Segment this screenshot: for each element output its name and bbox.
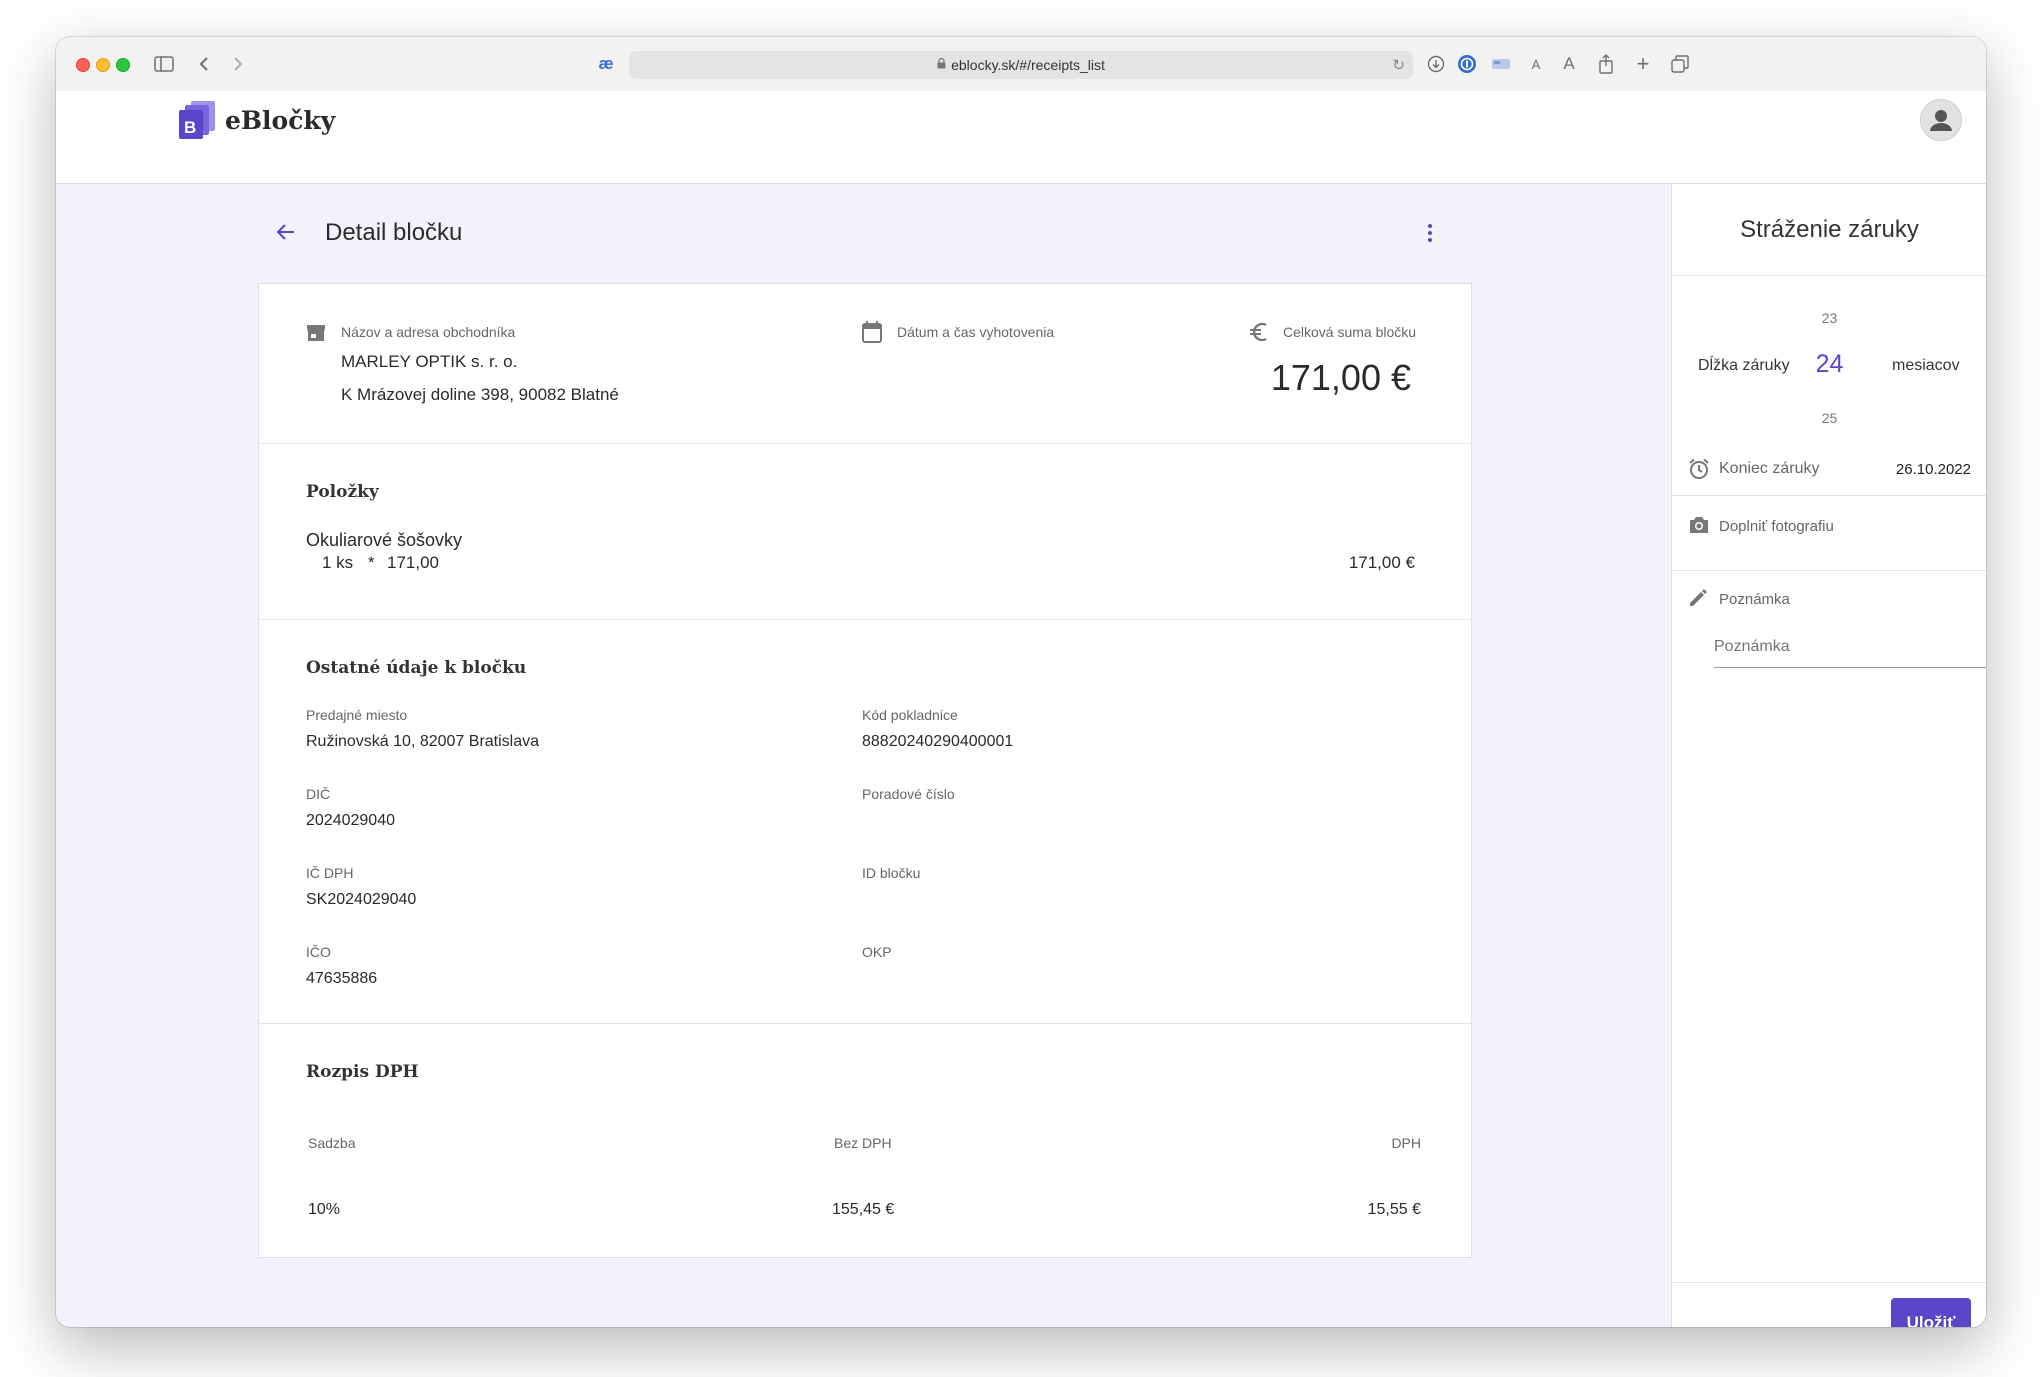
picker-next-value[interactable]: 25 [1672,410,1986,426]
pencil-icon [1688,588,1708,613]
warranty-panel: Stráženie záruky 23 Dĺžka záruky 24 mesi… [1671,184,1986,1327]
other-info-section: Ostatné údaje k bločku Predajné miesto R… [259,619,1471,1024]
tab-overview-icon[interactable] [1667,51,1693,77]
item-name: Okuliarové šošovky [306,530,463,550]
merchant-label: Názov a adresa obchodníka [341,324,516,340]
field-label-predajne-miesto: Predajné miesto [306,707,408,723]
reload-icon[interactable]: ↻ [1392,56,1405,74]
sidebar-toggle-icon[interactable] [151,51,177,77]
app-logo-icon[interactable]: B [179,101,217,139]
browser-toolbar: æ eblocky.sk/#/receipts_list ↻ A A + [56,37,1986,92]
extension-card-icon[interactable] [1488,51,1514,77]
warranty-end-label: Koniec záruky [1719,460,1820,477]
warranty-unit: mesiacov [1892,357,1960,374]
field-label-okp: OKP [862,944,892,960]
panel-divider [1672,275,1986,276]
merchant-address: K Mrázovej doline 398, 90082 Blatné [341,385,619,404]
field-label-ico: IČO [306,944,331,960]
total-label: Celková suma bločku [1283,324,1417,340]
browser-window: æ eblocky.sk/#/receipts_list ↻ A A + B e… [56,37,1986,1327]
alarm-clock-icon [1688,458,1710,485]
main-content: Detail bločku Názov a adresa obchodníka … [56,184,1671,1327]
warranty-end-date: 26.10.2022 [1895,461,1971,478]
new-tab-icon[interactable]: + [1630,51,1656,77]
picker-prev-value[interactable]: 23 [1672,310,1986,326]
logo-letter: B [184,118,196,137]
back-arrow-icon[interactable] [274,220,298,244]
store-icon [306,324,326,347]
field-label-kod-pokladnice: Kód pokladnice [862,707,958,723]
add-photo-button[interactable]: Doplniť fotografiu [1719,518,1834,535]
save-button[interactable]: Uložiť [1891,1298,1971,1327]
app-name[interactable]: eBločky [225,106,335,135]
receipt-card: Názov a adresa obchodníka MARLEY OPTIK s… [258,283,1472,1258]
address-bar[interactable]: eblocky.sk/#/receipts_list ↻ [629,51,1413,79]
vat-header-vat: DPH [1391,1135,1421,1151]
item-times: * [368,553,375,572]
items-title: Položky [306,482,379,502]
share-icon[interactable] [1593,51,1619,77]
vat-header-rate: Sadzba [308,1135,356,1151]
zoom-window-button[interactable] [116,58,130,72]
item-total: 171,00 € [1348,553,1415,572]
page-title: Detail bločku [325,219,463,246]
app-header: B eBločky [56,91,1986,184]
text-smaller-icon[interactable]: A [1523,51,1549,77]
field-value-ico: 47635886 [306,970,378,987]
calendar-icon [862,321,882,348]
total-value: 171,00 € [1270,357,1411,398]
panel-divider [1672,1282,1986,1283]
password-manager-icon[interactable] [1454,51,1480,77]
extension-ae-icon[interactable]: æ [593,51,619,77]
download-icon[interactable] [1423,51,1449,77]
item-qty: 1 ks [322,553,354,572]
vat-row-rate: 10% [308,1201,341,1218]
panel-divider [1672,495,1986,496]
note-input[interactable] [1714,627,1986,668]
date-label: Dátum a čas vyhotovenia [897,324,1055,340]
url-text: eblocky.sk/#/receipts_list [951,57,1105,73]
back-nav-icon[interactable] [191,51,217,77]
field-label-poradove-cislo: Poradové číslo [862,786,955,802]
field-label-dic: DIČ [306,786,331,802]
camera-icon[interactable] [1688,515,1710,540]
warranty-title: Stráženie záruky [1740,216,1919,243]
note-label: Poznámka [1719,591,1790,608]
field-label-ic-dph: IČ DPH [306,865,354,881]
field-value-predajne-miesto: Ružinovská 10, 82007 Bratislava [306,733,540,750]
item-unit-price: 171,00 [387,553,439,572]
user-avatar-icon[interactable] [1920,99,1962,141]
vat-row-vat: 15,55 € [1367,1201,1421,1218]
field-value-kod-pokladnice: 88820240290400001 [862,733,1014,750]
forward-nav-icon[interactable] [225,51,251,77]
vat-title: Rozpis DPH [306,1062,419,1082]
field-label-id-blocku: ID bločku [862,865,921,881]
close-window-button[interactable] [76,58,90,72]
euro-icon [1249,321,1269,348]
receipt-summary-section: Názov a adresa obchodníka MARLEY OPTIK s… [259,284,1471,444]
more-options-icon[interactable] [1426,222,1434,244]
vat-section: Rozpis DPH Sadzba Bez DPH DPH 10% 155,45… [259,1023,1471,1257]
items-section: Položky Okuliarové šošovky 1 ks * 171,00… [259,443,1471,620]
field-value-ic-dph: SK2024029040 [306,891,417,908]
field-value-dic: 2024029040 [306,812,395,829]
lock-icon [937,57,946,72]
minimize-window-button[interactable] [96,58,110,72]
panel-divider [1672,570,1986,571]
vat-row-net: 155,45 € [832,1201,895,1218]
text-larger-icon[interactable]: A [1556,51,1582,77]
merchant-name: MARLEY OPTIK s. r. o. [341,352,518,371]
vat-header-net: Bez DPH [834,1135,892,1151]
other-info-title: Ostatné údaje k bločku [306,658,527,678]
